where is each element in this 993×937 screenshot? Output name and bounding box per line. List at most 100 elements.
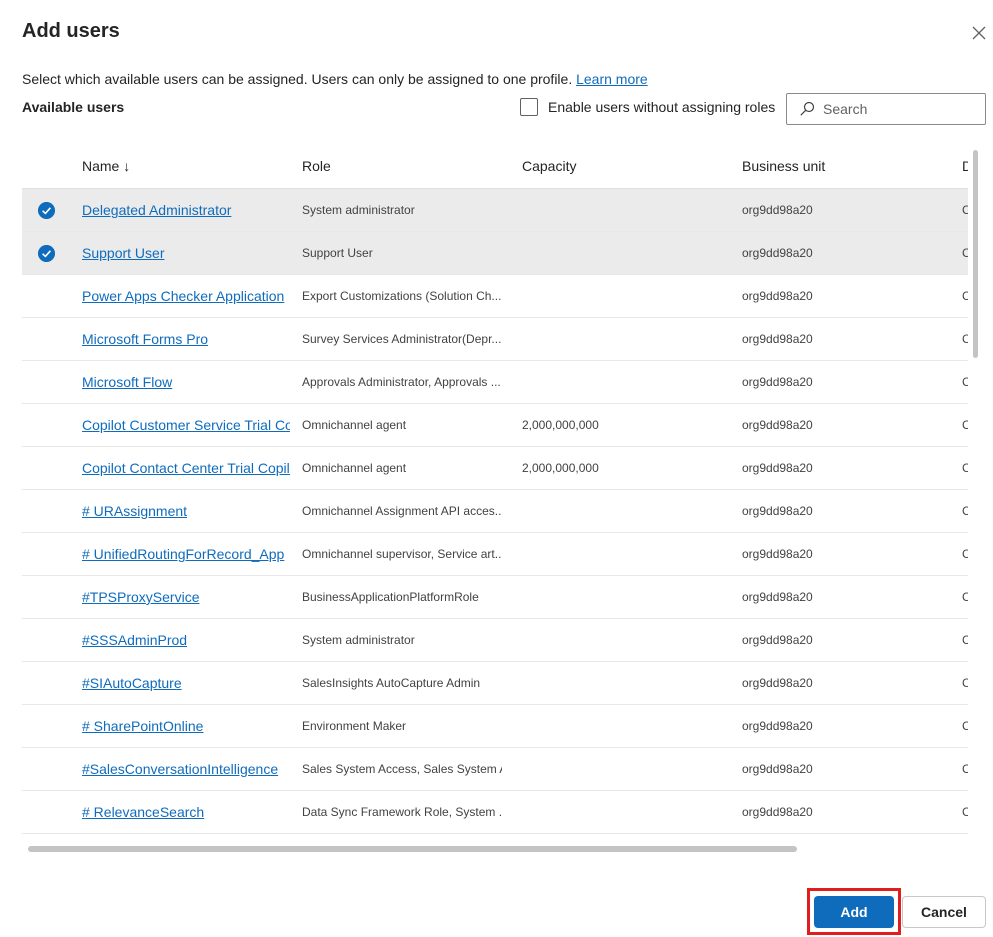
row-d: C: [962, 246, 968, 260]
row-role: System administrator: [302, 203, 415, 217]
vertical-scrollbar[interactable]: [973, 150, 978, 358]
row-role: Omnichannel Assignment API acces...: [302, 504, 502, 518]
column-header-role[interactable]: Role: [302, 158, 331, 174]
table-row[interactable]: Copilot Contact Center Trial Copilot Omni…: [22, 447, 968, 490]
users-grid: Name ↓ Role Capacity Business unit D Del…: [22, 145, 968, 835]
table-row[interactable]: Microsoft Forms Pro Survey Services Admin…: [22, 318, 968, 361]
row-d: C: [962, 461, 968, 475]
cancel-button[interactable]: Cancel: [902, 896, 986, 928]
grid-header: Name ↓ Role Capacity Business unit D: [22, 145, 968, 189]
table-row[interactable]: Delegated Administrator System administra…: [22, 189, 968, 232]
enable-users-label: Enable users without assigning roles: [548, 99, 776, 115]
row-d: C: [962, 289, 968, 303]
dialog-title: Add users: [22, 20, 120, 42]
row-business-unit: org9dd98a20: [742, 633, 813, 647]
row-name-link[interactable]: #SSSAdminProd: [82, 632, 290, 648]
search-icon: [800, 101, 815, 116]
row-business-unit: org9dd98a20: [742, 289, 813, 303]
row-name-link[interactable]: Support User: [82, 245, 290, 261]
search-box[interactable]: [786, 93, 986, 125]
row-role: System administrator: [302, 633, 415, 647]
table-row[interactable]: # UnifiedRoutingForRecord_App Omnichannel…: [22, 533, 968, 576]
table-row[interactable]: Microsoft Flow Approvals Administrator, A…: [22, 361, 968, 404]
add-button[interactable]: Add: [814, 896, 894, 928]
row-capacity: 2,000,000,000: [522, 418, 599, 432]
row-name-link[interactable]: # SharePointOnline: [82, 718, 290, 734]
row-d: C: [962, 203, 968, 217]
row-role: Survey Services Administrator(Depr...: [302, 332, 502, 346]
enable-users-option[interactable]: Enable users without assigning roles: [520, 98, 775, 116]
table-row[interactable]: Copilot Customer Service Trial Copilot Om…: [22, 404, 968, 447]
column-header-name[interactable]: Name ↓: [82, 158, 130, 174]
row-business-unit: org9dd98a20: [742, 805, 813, 819]
row-name-link[interactable]: # RelevanceSearch: [82, 804, 290, 820]
row-name-link[interactable]: #TPSProxyService: [82, 589, 290, 605]
row-business-unit: org9dd98a20: [742, 203, 813, 217]
close-icon[interactable]: [968, 22, 990, 44]
row-name-link[interactable]: Delegated Administrator: [82, 202, 290, 218]
row-name-link[interactable]: #SalesConversationIntelligence: [82, 761, 290, 777]
row-capacity: 2,000,000,000: [522, 461, 599, 475]
description-text: Select which available users can be assi…: [22, 71, 573, 87]
row-d: C: [962, 375, 968, 389]
column-header-business-unit[interactable]: Business unit: [742, 158, 825, 174]
horizontal-scrollbar[interactable]: [28, 846, 797, 852]
row-d: C: [962, 547, 968, 561]
row-role: Data Sync Framework Role, System ...: [302, 805, 502, 819]
row-role: Approvals Administrator, Approvals ...: [302, 375, 501, 389]
row-business-unit: org9dd98a20: [742, 504, 813, 518]
row-name-link[interactable]: Copilot Customer Service Trial Copilot: [82, 417, 290, 433]
table-row[interactable]: Power Apps Checker Application Export Cus…: [22, 275, 968, 318]
row-name-link[interactable]: Microsoft Flow: [82, 374, 290, 390]
row-name-link[interactable]: # URAssignment: [82, 503, 290, 519]
column-header-capacity[interactable]: Capacity: [522, 158, 576, 174]
search-input[interactable]: [821, 100, 975, 118]
row-business-unit: org9dd98a20: [742, 676, 813, 690]
table-row[interactable]: #TPSProxyService BusinessApplicationPlatf…: [22, 576, 968, 619]
column-header-d[interactable]: D: [962, 158, 968, 174]
row-selected-check-icon[interactable]: [38, 245, 55, 262]
row-name-link[interactable]: Power Apps Checker Application: [82, 288, 290, 304]
row-role: SalesInsights AutoCapture Admin: [302, 676, 481, 690]
table-row[interactable]: # SharePointOnline Environment Maker org9d…: [22, 705, 968, 748]
row-business-unit: org9dd98a20: [742, 547, 813, 561]
row-role: BusinessApplicationPlatformRole: [302, 590, 479, 604]
row-d: C: [962, 805, 968, 819]
row-role: Omnichannel agent: [302, 461, 407, 475]
row-role: Environment Maker: [302, 719, 407, 733]
row-d: C: [962, 676, 968, 690]
row-name-link[interactable]: Microsoft Forms Pro: [82, 331, 290, 347]
enable-users-checkbox[interactable]: [520, 98, 538, 116]
row-business-unit: org9dd98a20: [742, 332, 813, 346]
row-d: C: [962, 590, 968, 604]
row-d: C: [962, 633, 968, 647]
row-role: Omnichannel agent: [302, 418, 407, 432]
table-row[interactable]: # URAssignment Omnichannel Assignment API…: [22, 490, 968, 533]
table-row[interactable]: #SalesConversationIntelligence Sales Syst…: [22, 748, 968, 791]
table-row[interactable]: # RelevanceSearch Data Sync Framework Rol…: [22, 791, 968, 834]
row-d: C: [962, 418, 968, 432]
row-d: C: [962, 762, 968, 776]
row-business-unit: org9dd98a20: [742, 246, 813, 260]
row-role: Sales System Access, Sales System A...: [302, 762, 502, 776]
row-name-link[interactable]: # UnifiedRoutingForRecord_App: [82, 546, 290, 562]
available-users-label: Available users: [22, 99, 125, 115]
row-business-unit: org9dd98a20: [742, 418, 813, 432]
row-d: C: [962, 719, 968, 733]
row-business-unit: org9dd98a20: [742, 762, 813, 776]
row-business-unit: org9dd98a20: [742, 375, 813, 389]
row-business-unit: org9dd98a20: [742, 590, 813, 604]
table-row[interactable]: #SIAutoCapture SalesInsights AutoCapture …: [22, 662, 968, 705]
row-role: Support User: [302, 246, 373, 260]
row-role: Omnichannel supervisor, Service art...: [302, 547, 502, 561]
dialog-description: Select which available users can be assi…: [22, 71, 648, 87]
row-business-unit: org9dd98a20: [742, 719, 813, 733]
row-role: Export Customizations (Solution Ch...: [302, 289, 502, 303]
row-business-unit: org9dd98a20: [742, 461, 813, 475]
learn-more-link[interactable]: Learn more: [576, 71, 648, 87]
table-row[interactable]: #SSSAdminProd System administrator org9dd9…: [22, 619, 968, 662]
row-name-link[interactable]: #SIAutoCapture: [82, 675, 290, 691]
row-selected-check-icon[interactable]: [38, 202, 55, 219]
table-row[interactable]: Support User Support User org9dd98a20 C: [22, 232, 968, 275]
row-name-link[interactable]: Copilot Contact Center Trial Copilot: [82, 460, 290, 476]
